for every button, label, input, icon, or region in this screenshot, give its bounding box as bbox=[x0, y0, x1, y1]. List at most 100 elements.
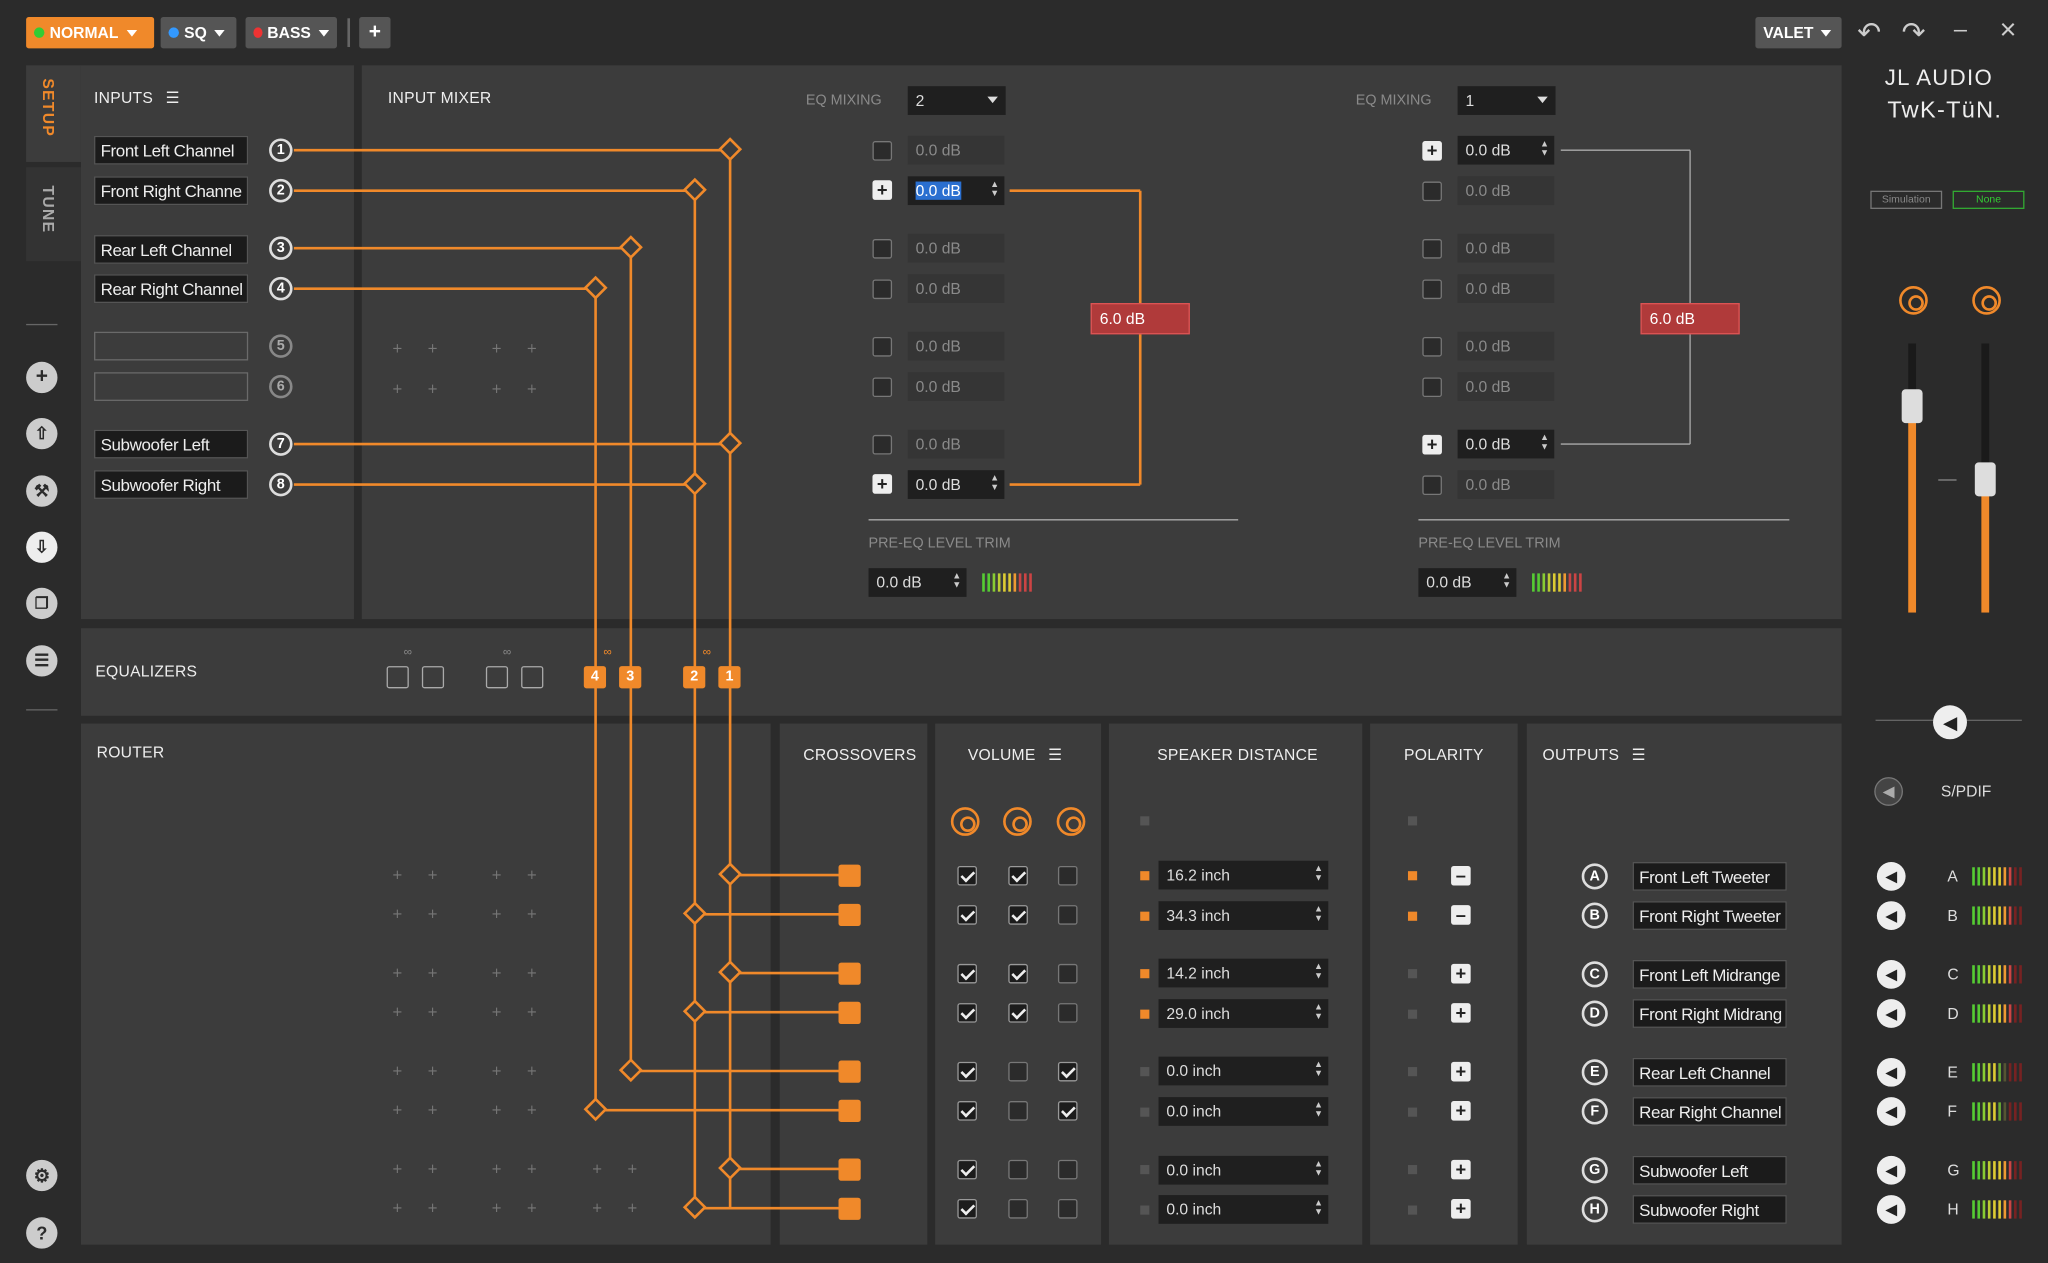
mix-level-spinner[interactable]: 0.0 dB bbox=[1457, 274, 1555, 304]
volume-checkbox[interactable] bbox=[1008, 1061, 1028, 1082]
volume-checkbox[interactable] bbox=[1008, 1198, 1028, 1219]
output-speaker-icon[interactable]: ◀ bbox=[1876, 959, 1906, 989]
mix-level-spinner[interactable]: 0.0 dB ▲ ▼ bbox=[907, 470, 1005, 499]
distance-spinner[interactable]: 14.2 inch ▲ ▼ bbox=[1158, 958, 1329, 988]
link-icon[interactable]: ∞ bbox=[503, 645, 511, 658]
master-knob-icon[interactable] bbox=[1972, 286, 2001, 315]
volume-checkbox[interactable] bbox=[957, 865, 977, 886]
output-speaker-icon[interactable]: ◀ bbox=[1876, 862, 1906, 891]
volume-knob-icon[interactable] bbox=[950, 807, 980, 836]
volume-checkbox[interactable] bbox=[1008, 905, 1028, 925]
master-knob-icon[interactable] bbox=[1899, 286, 1928, 315]
crossover-button[interactable] bbox=[838, 1158, 861, 1181]
polarity-plus-button[interactable]: + bbox=[1451, 1198, 1471, 1219]
volume-checkbox[interactable] bbox=[1057, 905, 1078, 925]
eq-slot[interactable] bbox=[386, 666, 409, 689]
mix-level-spinner[interactable]: 0.0 dB bbox=[1457, 233, 1555, 263]
output-label[interactable]: Front Left Midrange bbox=[1632, 959, 1787, 989]
mix-level-spinner[interactable]: 0.0 dB bbox=[907, 331, 1005, 361]
output-speaker-icon[interactable]: ◀ bbox=[1876, 1057, 1906, 1087]
distance-spinner[interactable]: 0.0 inch ▲ ▼ bbox=[1158, 1155, 1329, 1185]
link-icon[interactable]: ∞ bbox=[404, 645, 412, 658]
output-label[interactable]: Subwoofer Right bbox=[1632, 1195, 1787, 1224]
polarity-plus-button[interactable]: + bbox=[1451, 1003, 1471, 1023]
mix-level-spinner[interactable]: 0.0 dB bbox=[907, 233, 1005, 263]
polarity-minus-button[interactable]: – bbox=[1451, 866, 1471, 886]
mix-checkbox[interactable] bbox=[1422, 336, 1442, 357]
output-label[interactable]: Front Right Midrang bbox=[1632, 999, 1787, 1028]
output-label[interactable]: Front Right Tweeter bbox=[1632, 901, 1787, 930]
eq-slot-active[interactable]: 4 bbox=[583, 666, 607, 689]
mix-level-spinner[interactable]: 0.0 dB ▲ ▼ bbox=[1457, 135, 1555, 165]
mix-level-spinner[interactable]: 0.0 dB bbox=[1457, 331, 1555, 361]
crossover-button[interactable] bbox=[838, 903, 861, 927]
output-speaker-icon[interactable]: ◀ bbox=[1876, 999, 1906, 1028]
output-speaker-icon[interactable]: ◀ bbox=[1876, 901, 1906, 930]
distance-spinner[interactable]: 34.3 inch ▲ ▼ bbox=[1158, 901, 1329, 930]
eq-mixing-select[interactable]: 2 bbox=[907, 86, 1006, 115]
distance-spinner[interactable]: 16.2 inch ▲ ▼ bbox=[1158, 860, 1329, 890]
volume-checkbox[interactable] bbox=[1008, 1003, 1028, 1023]
crossover-button[interactable] bbox=[838, 1099, 861, 1122]
volume-knob-icon[interactable] bbox=[1003, 807, 1032, 836]
mix-checkbox[interactable] bbox=[1422, 377, 1442, 398]
eq-slot-active[interactable]: 1 bbox=[718, 666, 741, 689]
pre-eq-trim-spinner[interactable]: 0.0 dB ▲ ▼ bbox=[1418, 568, 1517, 597]
volume-checkbox[interactable] bbox=[957, 905, 977, 925]
mix-level-spinner[interactable]: 0.0 dB ▲ ▼ bbox=[907, 176, 1005, 206]
volume-checkbox[interactable] bbox=[1008, 1101, 1028, 1121]
spdif-speaker-icon[interactable]: ◀ bbox=[1874, 777, 1903, 806]
eq-mixing-select[interactable]: 1 bbox=[1457, 86, 1556, 115]
mix-checkbox[interactable] bbox=[1422, 181, 1442, 202]
output-label[interactable]: Subwoofer Left bbox=[1632, 1155, 1787, 1185]
crossover-button[interactable] bbox=[838, 1197, 861, 1220]
mix-level-spinner[interactable]: 0.0 dB bbox=[907, 274, 1005, 304]
eq-slot[interactable] bbox=[485, 666, 509, 689]
volume-checkbox[interactable] bbox=[1057, 1198, 1078, 1219]
polarity-plus-button[interactable]: + bbox=[1451, 963, 1471, 984]
volume-checkbox[interactable] bbox=[957, 1198, 977, 1219]
mix-add-button[interactable]: + bbox=[872, 180, 893, 200]
volume-checkbox[interactable] bbox=[1057, 1101, 1078, 1121]
mix-level-spinner[interactable]: 0.0 dB bbox=[907, 429, 1005, 459]
link-icon[interactable]: ∞ bbox=[603, 645, 611, 658]
polarity-plus-button[interactable]: + bbox=[1451, 1101, 1471, 1121]
sub-slider-handle[interactable] bbox=[1974, 462, 1996, 497]
eq-slot[interactable] bbox=[421, 666, 445, 689]
volume-checkbox[interactable] bbox=[1057, 1061, 1078, 1082]
volume-checkbox[interactable] bbox=[1057, 1003, 1078, 1023]
eq-slot-active[interactable]: 3 bbox=[619, 666, 642, 689]
master-mute-speaker-icon[interactable]: ◀ bbox=[1933, 705, 1967, 740]
mix-checkbox[interactable] bbox=[872, 239, 893, 259]
polarity-plus-button[interactable]: + bbox=[1451, 1061, 1471, 1082]
mix-level-spinner[interactable]: 0.0 dB bbox=[907, 135, 1005, 165]
mix-level-spinner[interactable]: 0.0 dB bbox=[1457, 470, 1555, 499]
crossover-button[interactable] bbox=[838, 864, 861, 887]
volume-checkbox[interactable] bbox=[1057, 1159, 1078, 1180]
polarity-plus-button[interactable]: + bbox=[1451, 1159, 1471, 1180]
mix-add-button[interactable]: + bbox=[1422, 434, 1442, 455]
pre-eq-trim-spinner[interactable]: 0.0 dB ▲ ▼ bbox=[868, 568, 967, 597]
distance-spinner[interactable]: 0.0 inch ▲ ▼ bbox=[1158, 1195, 1329, 1224]
volume-checkbox[interactable] bbox=[1008, 865, 1028, 886]
crossover-button[interactable] bbox=[838, 962, 861, 985]
mix-checkbox[interactable] bbox=[872, 377, 893, 398]
eq-slot[interactable] bbox=[521, 666, 544, 689]
crossover-button[interactable] bbox=[838, 1060, 861, 1083]
volume-knob-icon[interactable] bbox=[1056, 807, 1086, 836]
output-label[interactable]: Rear Left Channel bbox=[1632, 1057, 1787, 1087]
output-speaker-icon[interactable]: ◀ bbox=[1876, 1195, 1906, 1224]
mix-level-spinner[interactable]: 0.0 dB bbox=[907, 372, 1005, 401]
volume-checkbox[interactable] bbox=[1057, 865, 1078, 886]
volume-checkbox[interactable] bbox=[957, 963, 977, 984]
volume-checkbox[interactable] bbox=[957, 1159, 977, 1180]
volume-checkbox[interactable] bbox=[1008, 1159, 1028, 1180]
link-icon[interactable]: ∞ bbox=[703, 645, 711, 658]
mix-level-spinner[interactable]: 0.0 dB ▲ ▼ bbox=[1457, 429, 1555, 459]
mix-checkbox[interactable] bbox=[1422, 475, 1442, 496]
distance-spinner[interactable]: 0.0 inch ▲ ▼ bbox=[1158, 1056, 1329, 1086]
volume-checkbox[interactable] bbox=[957, 1003, 977, 1023]
mix-checkbox[interactable] bbox=[872, 336, 893, 357]
volume-checkbox[interactable] bbox=[957, 1101, 977, 1121]
distance-spinner[interactable]: 29.0 inch ▲ ▼ bbox=[1158, 999, 1329, 1028]
